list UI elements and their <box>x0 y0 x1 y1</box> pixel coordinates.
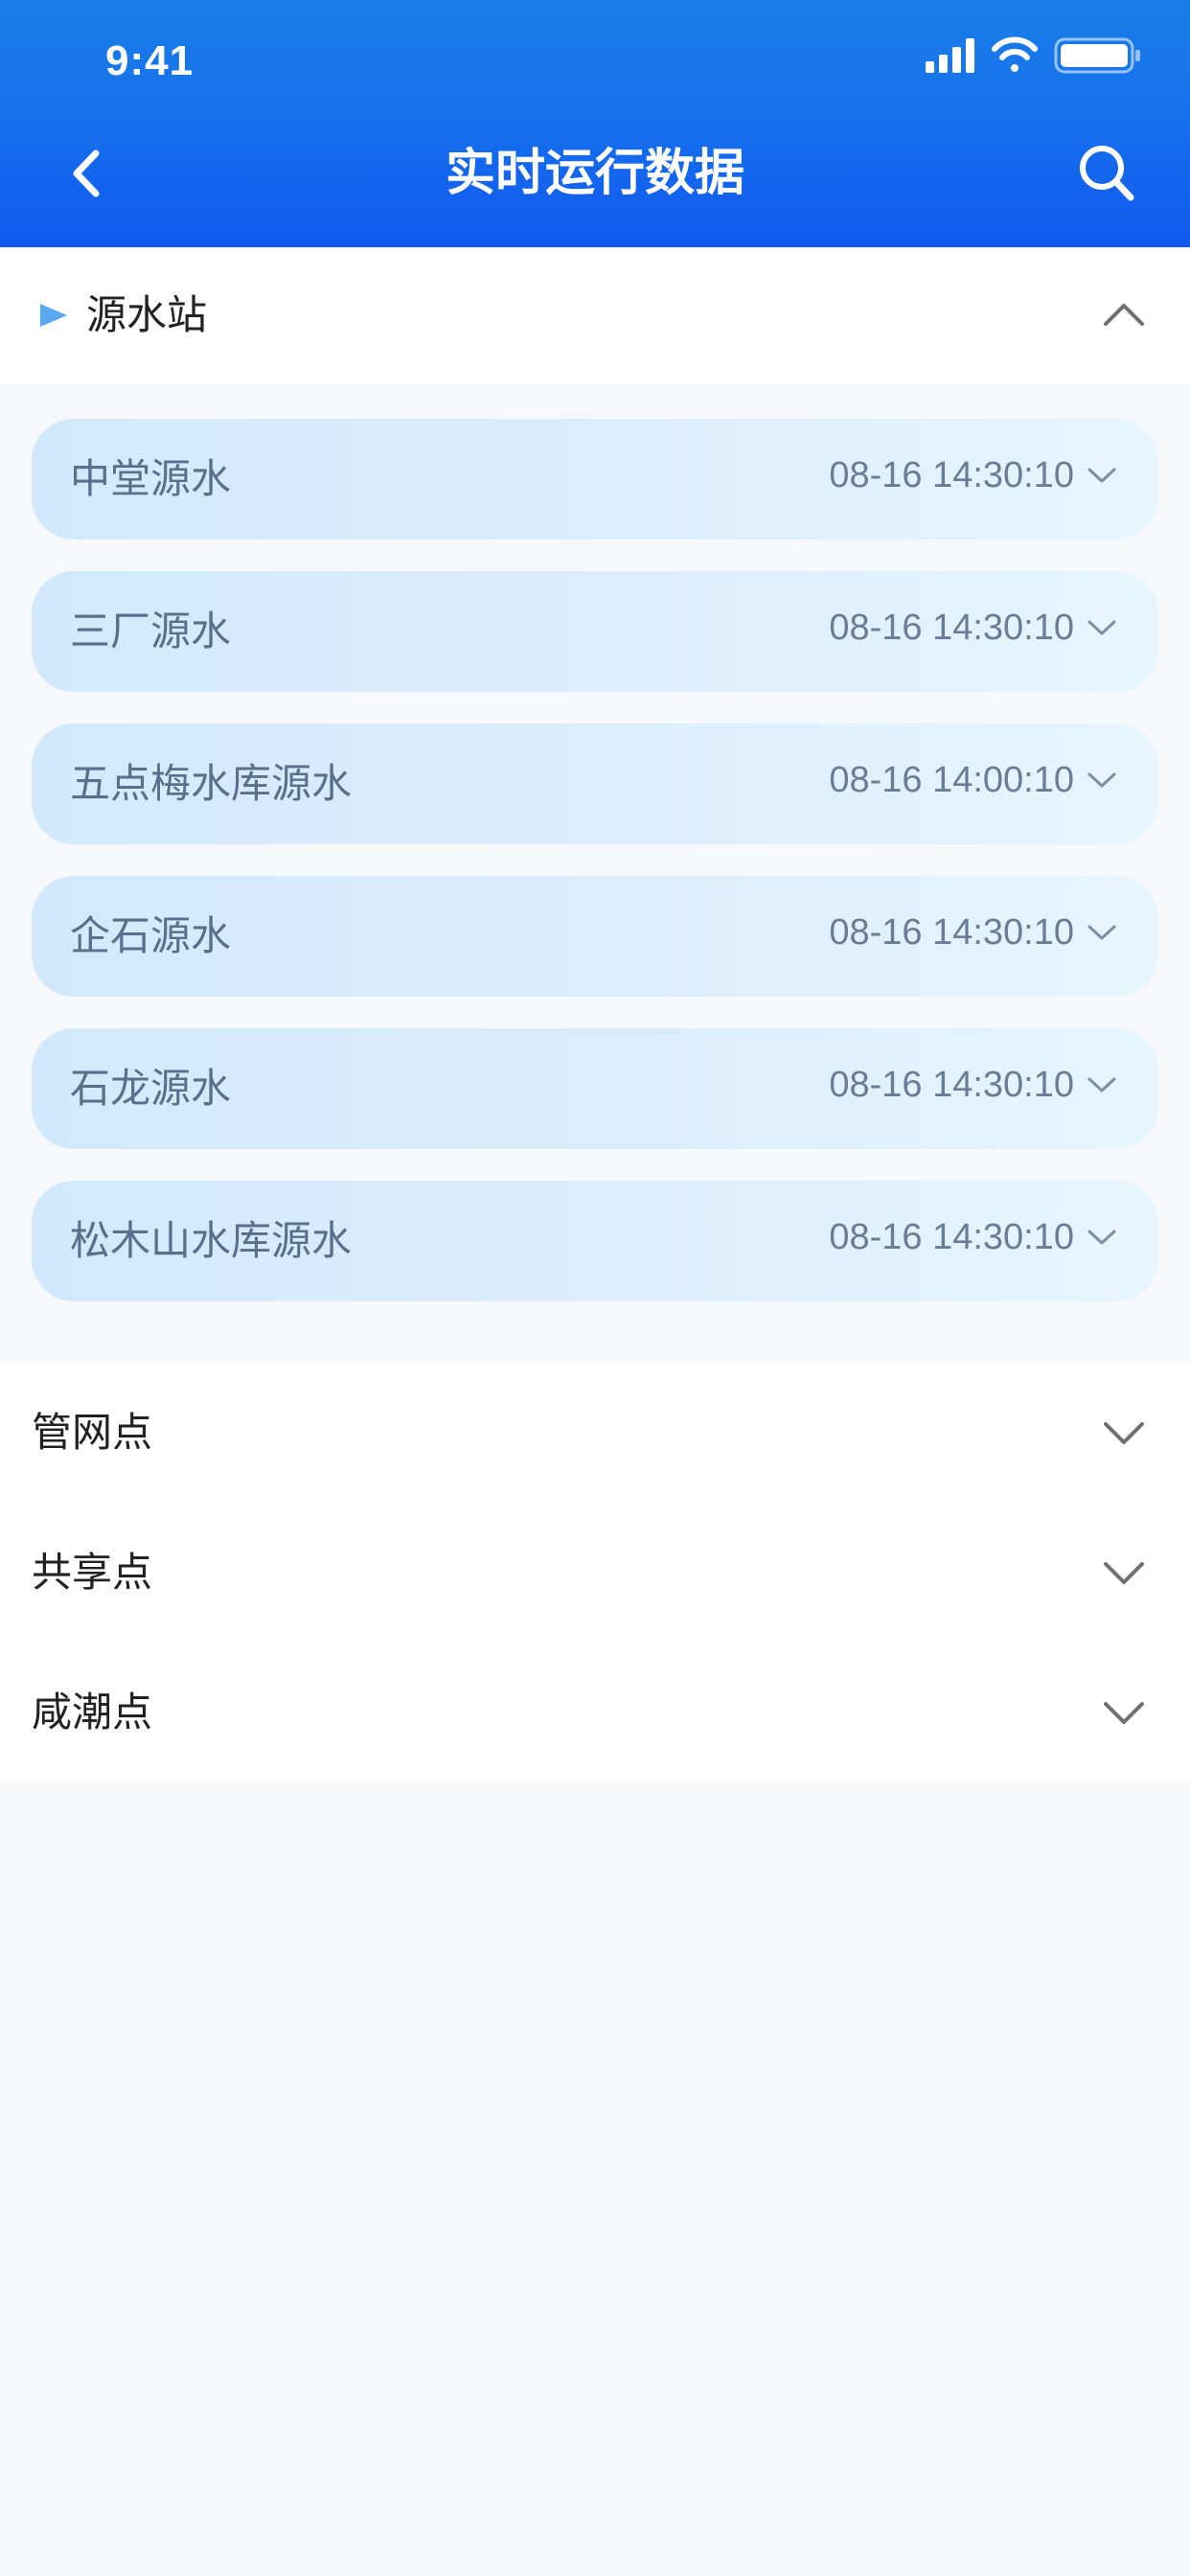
section-header-shared-points[interactable]: 共享点 <box>0 1503 1190 1643</box>
status-icons <box>926 34 1142 79</box>
chevron-down-icon <box>1087 1230 1116 1245</box>
battery-icon <box>1054 37 1140 74</box>
chevron-down-icon <box>1104 1562 1144 1584</box>
nav-bar: 实时运行数据 <box>0 102 1190 247</box>
chevron-up-icon <box>1104 304 1144 326</box>
play-marker-icon <box>40 304 67 327</box>
chevron-down-icon <box>1087 925 1116 940</box>
section-label: 管网点 <box>32 1409 153 1456</box>
station-timestamp: 08-16 14:30:10 <box>829 912 1074 953</box>
chevron-down-icon <box>1087 1077 1116 1092</box>
station-item[interactable]: 五点梅水库源水 08-16 14:00:10 <box>32 724 1158 844</box>
station-item[interactable]: 企石源水 08-16 14:30:10 <box>32 876 1158 997</box>
chevron-down-icon <box>1104 1702 1144 1724</box>
station-timestamp: 08-16 14:00:10 <box>829 760 1074 800</box>
station-timestamp: 08-16 14:30:10 <box>829 1065 1074 1105</box>
station-timestamp: 08-16 14:30:10 <box>829 608 1074 648</box>
station-name: 企石源水 <box>70 912 232 959</box>
station-timestamp: 08-16 14:30:10 <box>829 1217 1074 1257</box>
station-name: 松木山水库源水 <box>70 1217 353 1264</box>
search-icon <box>1080 146 1134 201</box>
station-name: 中堂源水 <box>70 455 232 502</box>
station-name: 五点梅水库源水 <box>70 760 353 807</box>
chevron-down-icon <box>1087 620 1116 635</box>
page-title: 实时运行数据 <box>445 145 744 202</box>
station-item[interactable]: 松木山水库源水 08-16 14:30:10 <box>32 1181 1158 1301</box>
status-bar: 9:41 <box>0 0 1190 102</box>
station-item[interactable]: 中堂源水 08-16 14:30:10 <box>32 419 1158 540</box>
search-button[interactable] <box>1073 138 1140 209</box>
collapsed-sections: 管网点 共享点 咸潮点 <box>0 1363 1190 1782</box>
chevron-down-icon <box>1087 468 1116 483</box>
chevron-down-icon <box>1087 772 1116 788</box>
chevron-down-icon <box>1104 1422 1144 1444</box>
section-header-pipe-network[interactable]: 管网点 <box>0 1363 1190 1503</box>
station-name: 三厂源水 <box>70 608 232 655</box>
status-time: 9:41 <box>105 37 195 84</box>
section-header-source-stations[interactable]: 源水站 <box>0 247 1190 383</box>
section-label: 共享点 <box>32 1549 153 1596</box>
section-label: 咸潮点 <box>32 1689 153 1736</box>
header: 9:41 实时运行数据 <box>0 0 1190 247</box>
wifi-icon <box>992 36 1038 72</box>
station-name: 石龙源水 <box>70 1065 232 1112</box>
app-screen: 9:41 实时运行数据 源水站 中堂源水 08-16 14:30:10 三厂源水… <box>0 0 1190 2576</box>
station-item[interactable]: 三厂源水 08-16 14:30:10 <box>32 571 1158 692</box>
section-header-saltwater-points[interactable]: 咸潮点 <box>0 1643 1190 1782</box>
signal-icon <box>926 38 974 73</box>
station-item[interactable]: 石龙源水 08-16 14:30:10 <box>32 1028 1158 1149</box>
station-list: 中堂源水 08-16 14:30:10 三厂源水 08-16 14:30:10 … <box>0 383 1190 1363</box>
station-timestamp: 08-16 14:30:10 <box>829 455 1074 495</box>
section-label: 源水站 <box>86 291 208 338</box>
